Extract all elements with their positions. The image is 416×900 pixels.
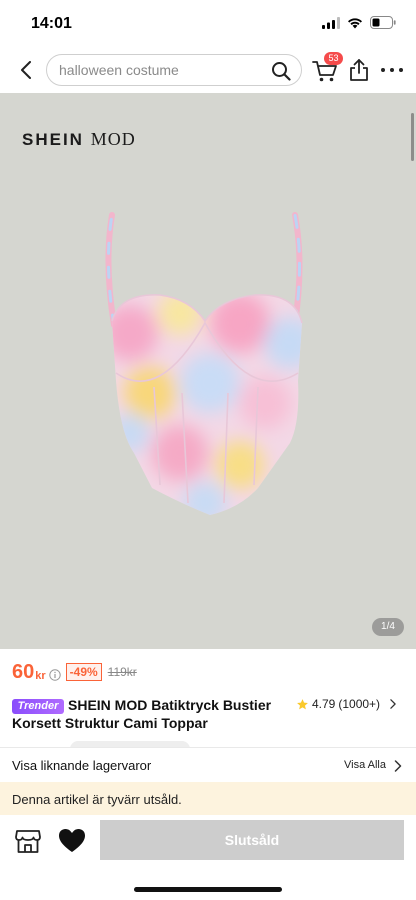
price-currency: kr xyxy=(35,669,46,682)
view-all-link[interactable]: Visa Alla xyxy=(344,759,386,771)
chevron-right-icon xyxy=(390,699,396,709)
price-row: 60 kr -49% 119kr xyxy=(12,660,137,684)
current-price: 60 xyxy=(12,660,35,683)
similar-items-row[interactable]: Visa liknande lagervaror Visa Alla xyxy=(0,747,416,782)
search-bar[interactable] xyxy=(46,54,302,86)
info-icon[interactable] xyxy=(48,668,61,681)
more-icon[interactable] xyxy=(381,60,403,80)
soldout-notice-text: Denna artikel är tyvärr utsåld. xyxy=(12,792,182,807)
trend-badge: Trender xyxy=(12,699,64,714)
share-icon[interactable] xyxy=(348,58,370,82)
home-indicator xyxy=(134,887,282,892)
product-image xyxy=(105,212,303,515)
rating-link[interactable]: 4.79 (1000+) xyxy=(296,697,397,711)
product-image-gallery[interactable]: SHEIN MOD 1/4 xyxy=(0,93,416,649)
chevron-right-icon xyxy=(394,760,402,772)
bottom-action-bar: Slutsåld xyxy=(0,815,416,900)
back-arrow-icon xyxy=(21,61,31,79)
product-title-block: Trender SHEIN MOD Batiktryck Bustier Kors… xyxy=(12,697,292,733)
cart-count-badge: 53 xyxy=(324,52,343,65)
search-icon[interactable] xyxy=(271,61,291,81)
rating-count: (1000+) xyxy=(338,697,381,711)
soldout-notice: Denna artikel är tyvärr utsåld. xyxy=(0,782,416,815)
store-icon[interactable] xyxy=(14,827,42,855)
soldout-button[interactable]: Slutsåld xyxy=(100,820,404,860)
signal-icon xyxy=(322,16,340,29)
status-time: 14:01 xyxy=(31,15,72,32)
status-icons xyxy=(322,16,396,29)
search-input[interactable] xyxy=(59,55,259,85)
gallery-scrollbar xyxy=(411,113,414,161)
heart-icon[interactable] xyxy=(58,828,86,854)
brand-logo: SHEIN MOD xyxy=(22,129,136,149)
discount-badge: -49% xyxy=(65,663,102,681)
rating-value: 4.79 xyxy=(312,697,336,711)
image-counter: 1/4 xyxy=(372,618,404,636)
star-icon xyxy=(297,698,308,709)
status-bar: 14:01 xyxy=(0,0,416,48)
battery-icon xyxy=(370,16,396,29)
similar-items-label: Visa liknande lagervaror xyxy=(12,758,152,773)
back-button[interactable] xyxy=(14,58,38,82)
original-price: 119kr xyxy=(107,665,137,679)
wifi-icon xyxy=(348,17,362,28)
top-nav: 53 xyxy=(0,48,416,93)
